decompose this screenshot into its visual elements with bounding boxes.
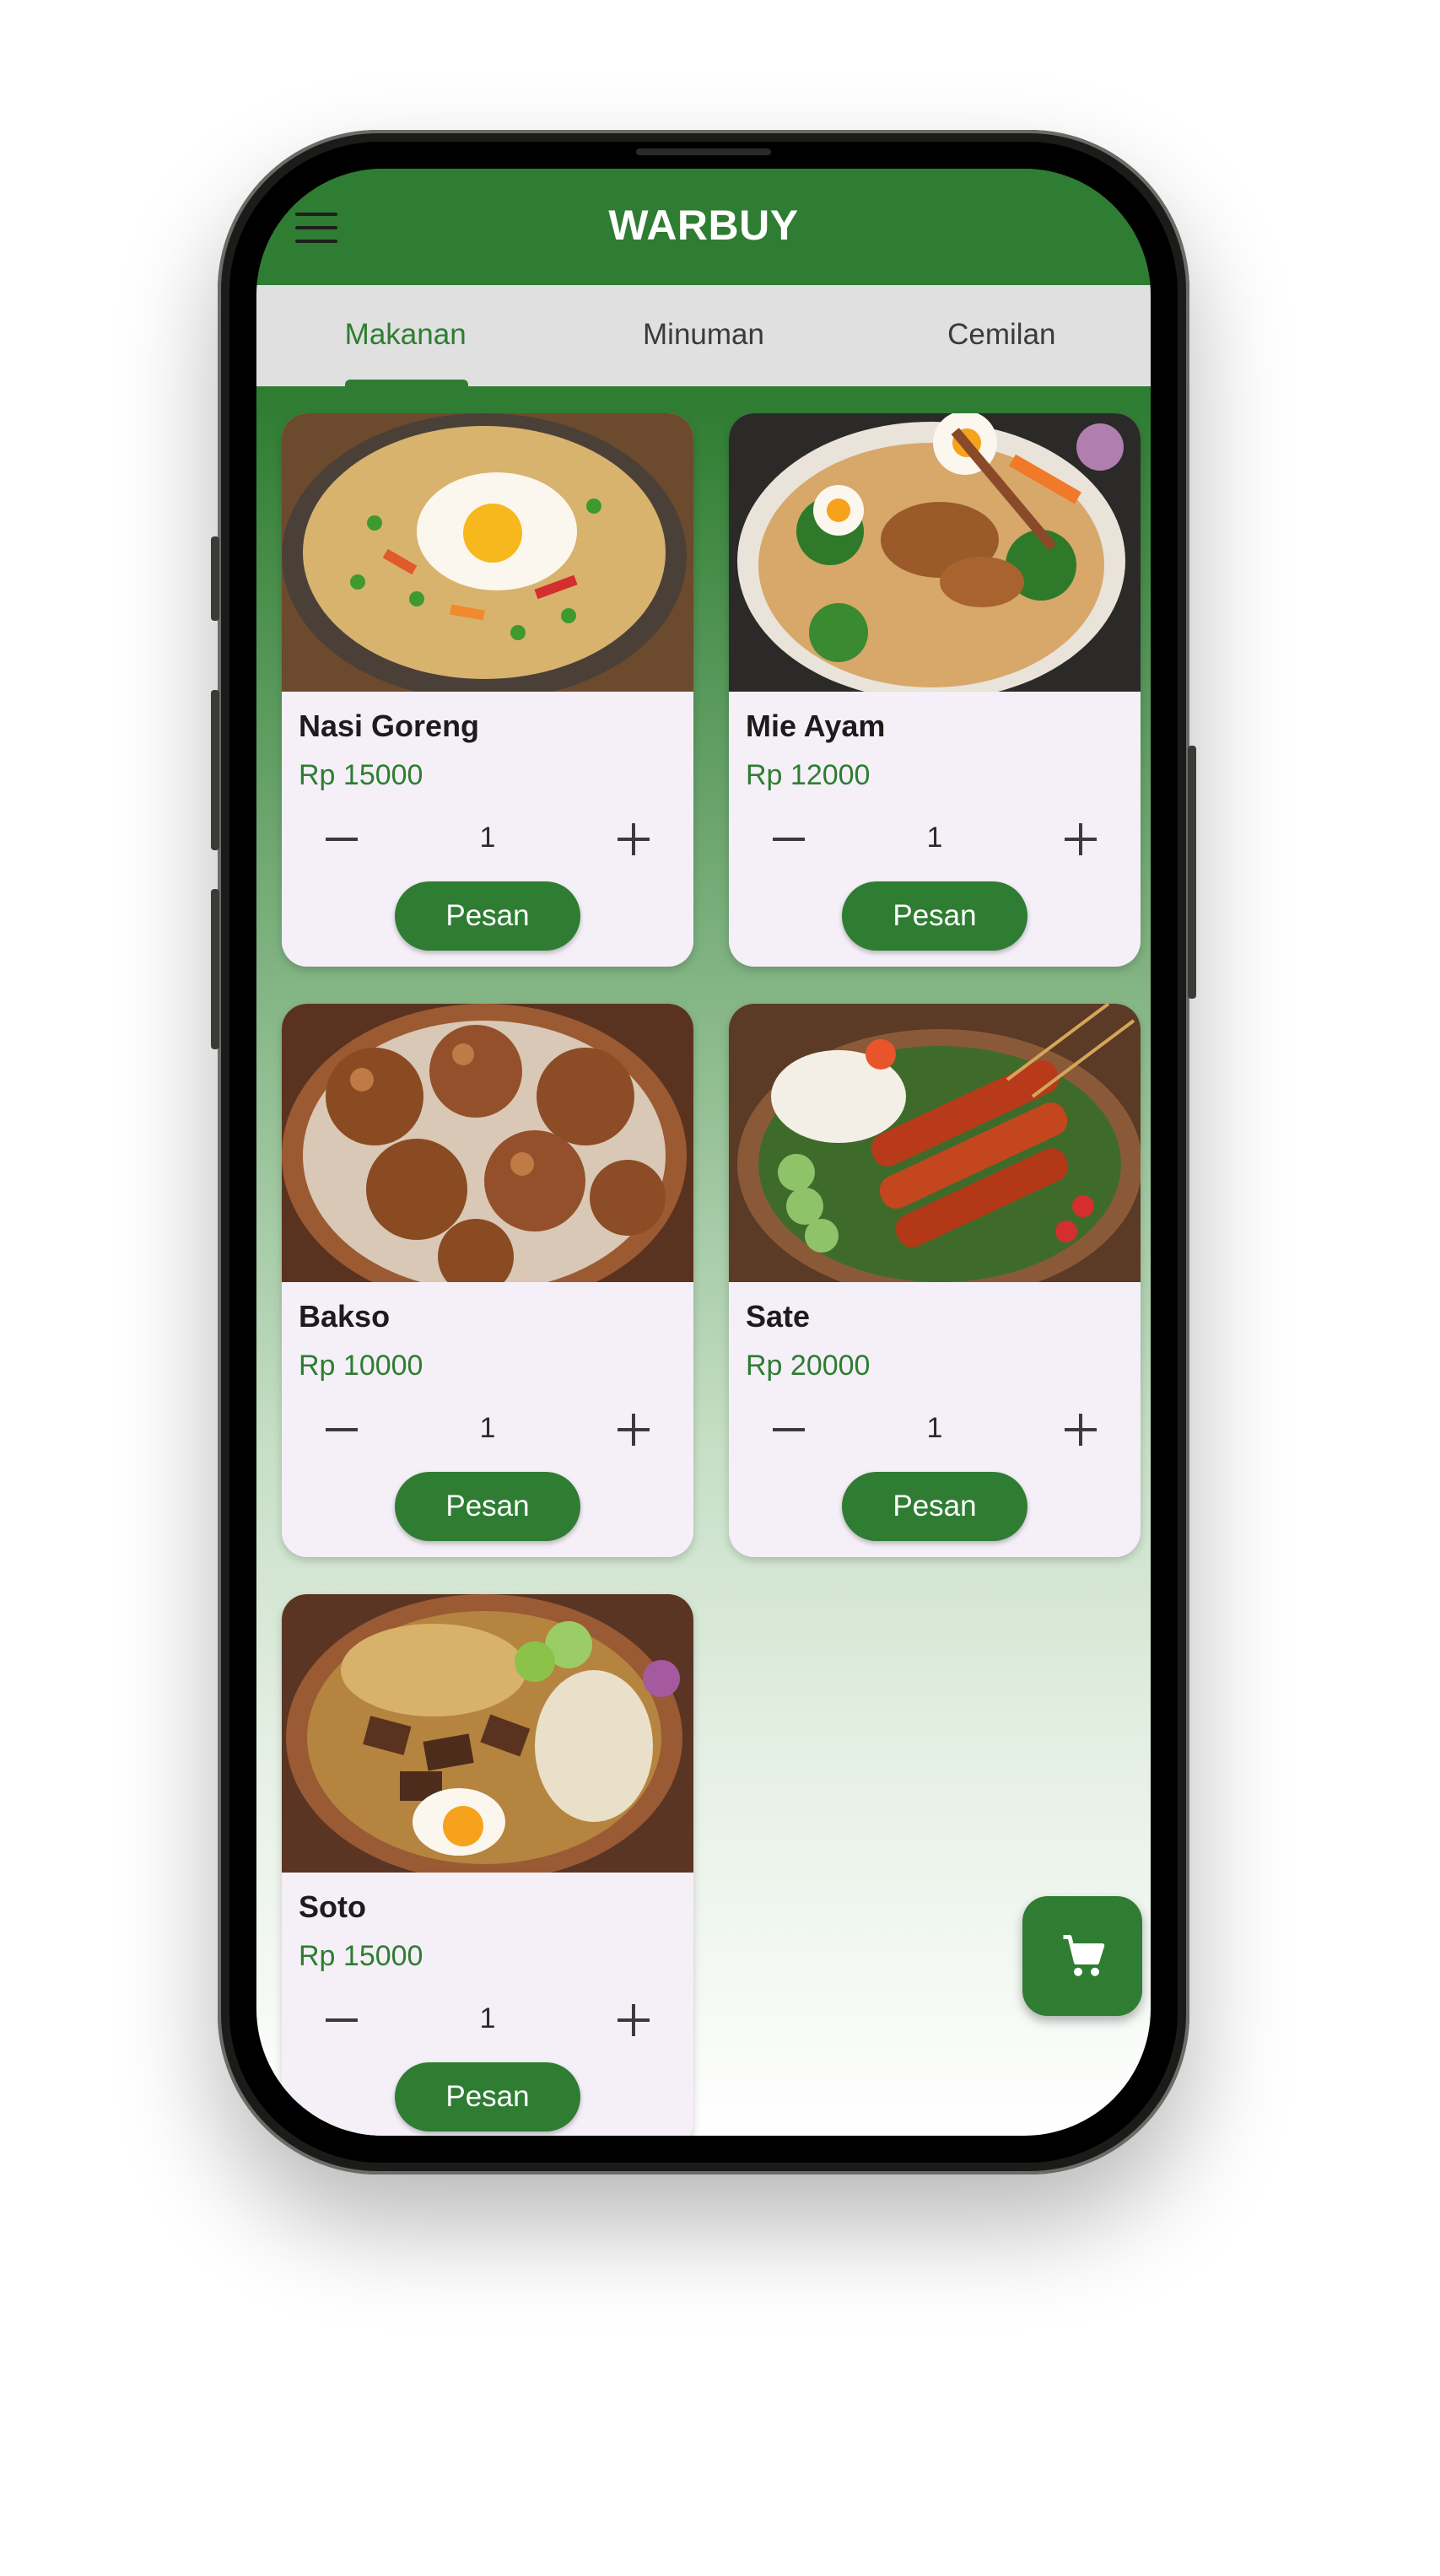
quantity-stepper: 1 <box>282 810 693 869</box>
item-price: Rp 15000 <box>299 1940 423 1972</box>
tab-label: Cemilan <box>947 318 1056 351</box>
soto-photo <box>282 1594 693 1873</box>
tab-label: Makanan <box>344 318 467 351</box>
active-tab-indicator <box>345 380 468 386</box>
quantity-stepper: 1 <box>282 1991 693 2050</box>
app-bar: WARBUY <box>256 169 1151 285</box>
plus-icon[interactable] <box>614 820 653 859</box>
menu-card-mie-ayam: Mie Ayam Rp 12000 1 Pesan <box>729 413 1141 967</box>
category-tabs: Makanan Minuman Cemilan <box>256 285 1151 386</box>
item-price: Rp 12000 <box>746 759 871 791</box>
order-button[interactable]: Pesan <box>842 881 1027 951</box>
tab-makanan[interactable]: Makanan <box>256 285 554 386</box>
quantity-stepper: 1 <box>282 1400 693 1459</box>
order-button[interactable]: Pesan <box>395 2062 580 2131</box>
item-name: Bakso <box>299 1299 391 1334</box>
item-name: Soto <box>299 1889 366 1924</box>
side-button <box>211 690 219 850</box>
fried-rice-photo <box>282 413 693 692</box>
plus-icon[interactable] <box>614 2001 653 2040</box>
meatball-photo <box>282 1004 693 1282</box>
tab-cemilan[interactable]: Cemilan <box>853 285 1151 386</box>
item-price: Rp 20000 <box>746 1350 871 1382</box>
item-name: Mie Ayam <box>746 709 886 743</box>
plus-icon[interactable] <box>1061 1410 1100 1449</box>
plus-icon[interactable] <box>1061 820 1100 859</box>
menu-card-nasi-goreng: Nasi Goreng Rp 15000 1 Pesan <box>282 413 693 967</box>
item-name: Sate <box>746 1299 811 1334</box>
menu-card-soto: Soto Rp 15000 1 Pesan <box>282 1594 693 2136</box>
side-button <box>211 536 219 621</box>
menu-card-sate: Sate Rp 20000 1 Pesan <box>729 1004 1141 1557</box>
side-button <box>1188 746 1196 999</box>
order-button[interactable]: Pesan <box>395 1472 580 1541</box>
app-title: WARBUY <box>608 202 799 249</box>
item-price: Rp 15000 <box>299 759 423 791</box>
satay-photo <box>729 1004 1141 1282</box>
cart-button[interactable] <box>1022 1896 1142 2016</box>
tab-label: Minuman <box>643 318 764 351</box>
shopping-cart-icon <box>1063 1935 1105 1976</box>
item-price: Rp 10000 <box>299 1350 423 1382</box>
phone-frame: WARBUY Makanan Minuman Cemilan Nasi Gore… <box>211 130 1196 2175</box>
phone-speaker <box>636 148 771 155</box>
item-name: Nasi Goreng <box>299 709 480 743</box>
app-screen: WARBUY Makanan Minuman Cemilan Nasi Gore… <box>256 169 1151 2136</box>
quantity-stepper: 1 <box>729 810 1141 869</box>
quantity-stepper: 1 <box>729 1400 1141 1459</box>
side-button <box>211 889 219 1049</box>
tab-minuman[interactable]: Minuman <box>554 285 852 386</box>
order-button[interactable]: Pesan <box>842 1472 1027 1541</box>
chicken-noodle-photo <box>729 413 1141 692</box>
order-button[interactable]: Pesan <box>395 881 580 951</box>
plus-icon[interactable] <box>614 1410 653 1449</box>
menu-card-bakso: Bakso Rp 10000 1 Pesan <box>282 1004 693 1557</box>
